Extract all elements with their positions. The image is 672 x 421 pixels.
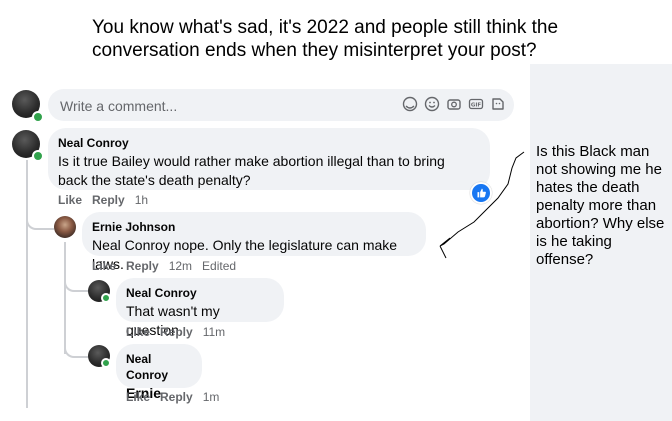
online-status-dot: [32, 111, 44, 123]
caption-text: You know what's sad, it's 2022 and peopl…: [92, 17, 559, 61]
reply-button[interactable]: Reply: [92, 193, 125, 207]
comment-timestamp[interactable]: 1h: [135, 193, 148, 207]
like-button[interactable]: Like: [126, 390, 150, 404]
commenter-avatar[interactable]: [54, 216, 76, 238]
like-button[interactable]: Like: [92, 259, 116, 273]
svg-text:GIF: GIF: [471, 103, 482, 109]
comment-author[interactable]: Neal Conroy: [58, 135, 478, 151]
like-button[interactable]: Like: [58, 193, 82, 207]
comment-author[interactable]: Neal Conroy: [126, 285, 272, 301]
comment-text: Is it true Bailey would rather make abor…: [58, 153, 445, 188]
reply-connector: [64, 262, 88, 292]
like-button[interactable]: Like: [126, 325, 150, 339]
reply-button[interactable]: Reply: [160, 390, 193, 404]
comment-actions: Like Reply 12m Edited: [92, 259, 236, 273]
comment-bubble: Neal Conroy Is it true Bailey would rath…: [48, 128, 490, 190]
online-status-dot: [101, 293, 111, 303]
comment-bubble: Ernie Johnson Neal Conroy nope. Only the…: [82, 212, 426, 272]
reply-button[interactable]: Reply: [160, 325, 193, 339]
comment-bubble: Neal Conroy That wasn't my question.: [116, 278, 284, 338]
camera-icon[interactable]: [446, 96, 462, 112]
side-note-text: Is this Black man not showing me he hate…: [536, 143, 665, 268]
comment-bubble: Neal Conroy Ernie: [116, 344, 202, 401]
reply-connector: [64, 330, 88, 358]
online-status-dot: [101, 358, 111, 368]
comment-actions: Like Reply 1h: [58, 193, 148, 207]
comment-author[interactable]: Neal Conroy: [126, 351, 190, 383]
sticker-icon[interactable]: [490, 96, 506, 112]
comment-timestamp[interactable]: 11m: [203, 325, 225, 339]
emoji-icon[interactable]: [424, 96, 440, 112]
like-reaction-badge[interactable]: [470, 182, 492, 204]
comment-composer[interactable]: GIF: [48, 89, 514, 121]
comment-input[interactable]: [58, 95, 382, 117]
gif-icon[interactable]: GIF: [468, 96, 484, 112]
edited-label: Edited: [202, 259, 237, 273]
comment-timestamp[interactable]: 1m: [203, 390, 220, 404]
comment-actions: Like Reply 11m: [126, 325, 225, 339]
reply-button[interactable]: Reply: [126, 259, 159, 273]
comment-actions: Like Reply 1m: [126, 390, 219, 404]
online-status-dot: [32, 150, 44, 162]
comment-author[interactable]: Ernie Johnson: [92, 219, 414, 235]
avatar-sticker-icon[interactable]: [402, 96, 418, 112]
comment-timestamp[interactable]: 12m: [169, 259, 192, 273]
